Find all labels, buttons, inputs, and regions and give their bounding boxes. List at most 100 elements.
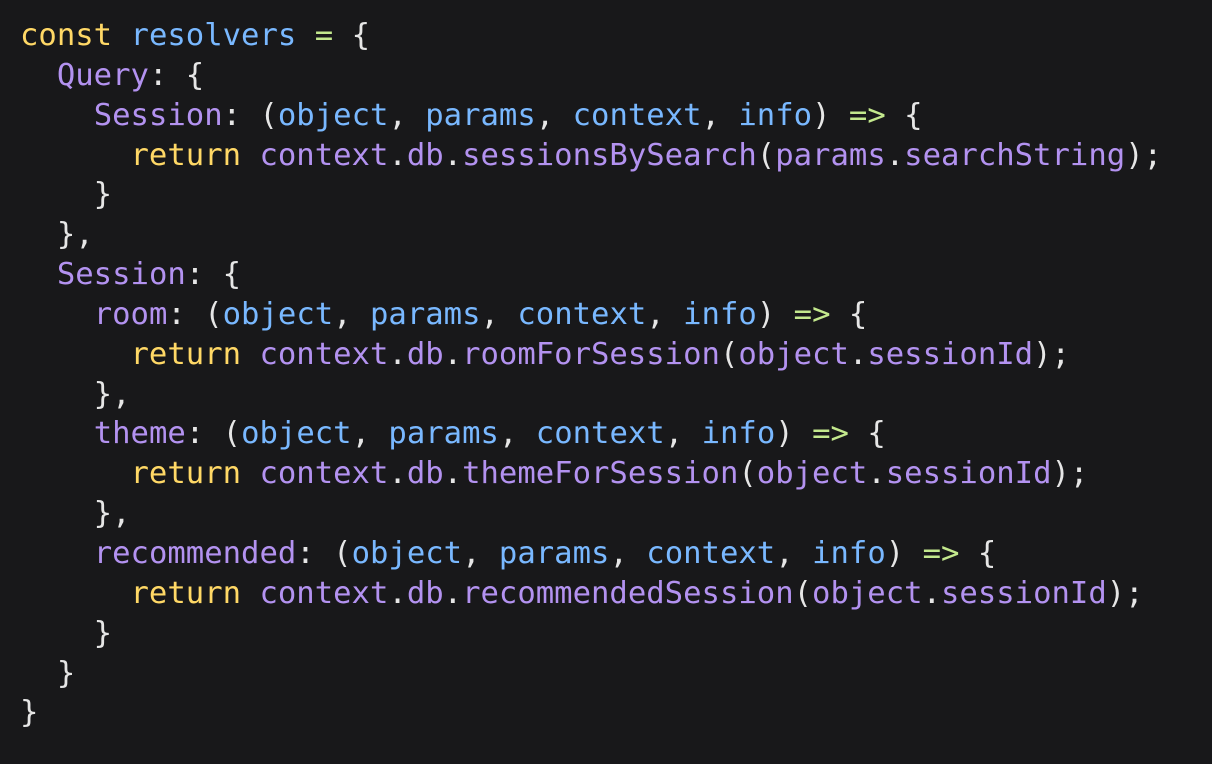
code-token: return bbox=[130, 137, 242, 173]
code-token: db bbox=[406, 137, 444, 173]
code-token: . bbox=[443, 137, 463, 173]
code-token: info bbox=[738, 97, 813, 133]
code-token: context bbox=[572, 97, 702, 133]
code-line: return context.db.sessionsBySearch(param… bbox=[20, 136, 1200, 176]
code-token: params bbox=[775, 137, 886, 173]
code-token: params bbox=[388, 416, 499, 452]
code-token: = bbox=[314, 18, 334, 53]
code-line: Session: (object, params, context, info)… bbox=[20, 96, 1200, 136]
code-token: ( bbox=[793, 575, 813, 611]
code-token: sessionId bbox=[885, 456, 1052, 492]
code-token: : ( bbox=[222, 97, 278, 133]
code-token: object bbox=[277, 97, 389, 133]
code-token: context bbox=[259, 336, 389, 372]
code-line: } bbox=[20, 614, 1200, 654]
code-token: { bbox=[830, 296, 868, 332]
code-token: object bbox=[738, 336, 849, 372]
code-token: object bbox=[812, 575, 923, 611]
code-token: , bbox=[535, 97, 573, 133]
code-token: roomForSession bbox=[462, 336, 720, 372]
code-token: : ( bbox=[167, 296, 223, 332]
code-token: context bbox=[259, 137, 389, 173]
code-line: }, bbox=[20, 494, 1200, 534]
code-token: { bbox=[885, 97, 923, 133]
code-token: , bbox=[462, 535, 499, 571]
code-token: info bbox=[812, 535, 886, 571]
code-token: ) bbox=[775, 416, 813, 452]
code-token: => bbox=[793, 296, 831, 332]
code-token: . bbox=[848, 336, 868, 372]
code-token: : { bbox=[185, 257, 242, 293]
code-line: theme: (object, params, context, info) =… bbox=[20, 414, 1200, 454]
code-token: ( bbox=[738, 456, 757, 492]
code-token: . bbox=[388, 575, 407, 611]
code-line: } bbox=[20, 693, 1200, 733]
code-token: info bbox=[683, 296, 757, 332]
code-token: db bbox=[406, 575, 444, 611]
code-token: : ( bbox=[185, 416, 242, 452]
code-token: ); bbox=[1033, 336, 1070, 372]
code-token: context bbox=[259, 456, 389, 492]
code-token: . bbox=[922, 575, 941, 611]
code-token: ); bbox=[1051, 456, 1089, 492]
code-token: Query bbox=[56, 57, 149, 93]
code-token: context bbox=[517, 296, 647, 332]
code-token: room bbox=[93, 296, 168, 332]
code-token: object bbox=[756, 456, 868, 492]
code-token: }, bbox=[20, 496, 131, 532]
code-line: Query: { bbox=[20, 56, 1200, 96]
code-token: ) bbox=[812, 97, 849, 133]
code-line: Session: { bbox=[20, 255, 1200, 295]
code-token: . bbox=[388, 456, 407, 492]
code-line: return context.db.recommendedSession(obj… bbox=[20, 574, 1200, 614]
code-token: params bbox=[498, 535, 610, 571]
code-token: ) bbox=[885, 535, 923, 571]
code-token: } bbox=[20, 177, 113, 213]
code-token: Session bbox=[93, 97, 223, 133]
code-token: ( bbox=[719, 336, 739, 372]
code-token: { bbox=[848, 416, 886, 452]
code-token: db bbox=[406, 456, 444, 492]
code-token: return bbox=[130, 456, 242, 492]
code-line: }, bbox=[20, 215, 1200, 255]
code-token: : ( bbox=[296, 535, 352, 571]
code-token: recommendedSession bbox=[462, 575, 794, 611]
code-token: ( bbox=[756, 137, 776, 173]
code-line: } bbox=[20, 654, 1200, 694]
code-token: object bbox=[351, 535, 463, 571]
code-editor[interactable]: const resolvers = { Query: { Session: (o… bbox=[20, 16, 1200, 756]
code-token: : { bbox=[148, 57, 205, 93]
code-token: , bbox=[351, 416, 389, 452]
code-token: searchString bbox=[904, 137, 1126, 173]
code-token: { bbox=[959, 535, 997, 571]
code-token: theme bbox=[93, 416, 186, 452]
code-token: { bbox=[333, 18, 370, 53]
code-token: object bbox=[241, 416, 352, 452]
code-token: sessionsBySearch bbox=[462, 137, 757, 173]
code-token: return bbox=[130, 575, 242, 611]
code-token: }, bbox=[20, 376, 131, 412]
code-token: . bbox=[388, 336, 407, 372]
code-token: context bbox=[535, 416, 665, 452]
code-token: . bbox=[885, 137, 905, 173]
code-token: , bbox=[664, 416, 702, 452]
code-token: , bbox=[498, 416, 536, 452]
code-token: => bbox=[848, 97, 886, 133]
code-token: ); bbox=[1106, 575, 1144, 611]
code-token: ); bbox=[1125, 137, 1163, 173]
code-token: params bbox=[425, 97, 536, 133]
code-token: recommended bbox=[93, 535, 297, 571]
code-token: params bbox=[370, 296, 481, 332]
code-token: , bbox=[701, 97, 739, 133]
code-token: } bbox=[20, 615, 113, 651]
code-line: } bbox=[20, 175, 1200, 215]
